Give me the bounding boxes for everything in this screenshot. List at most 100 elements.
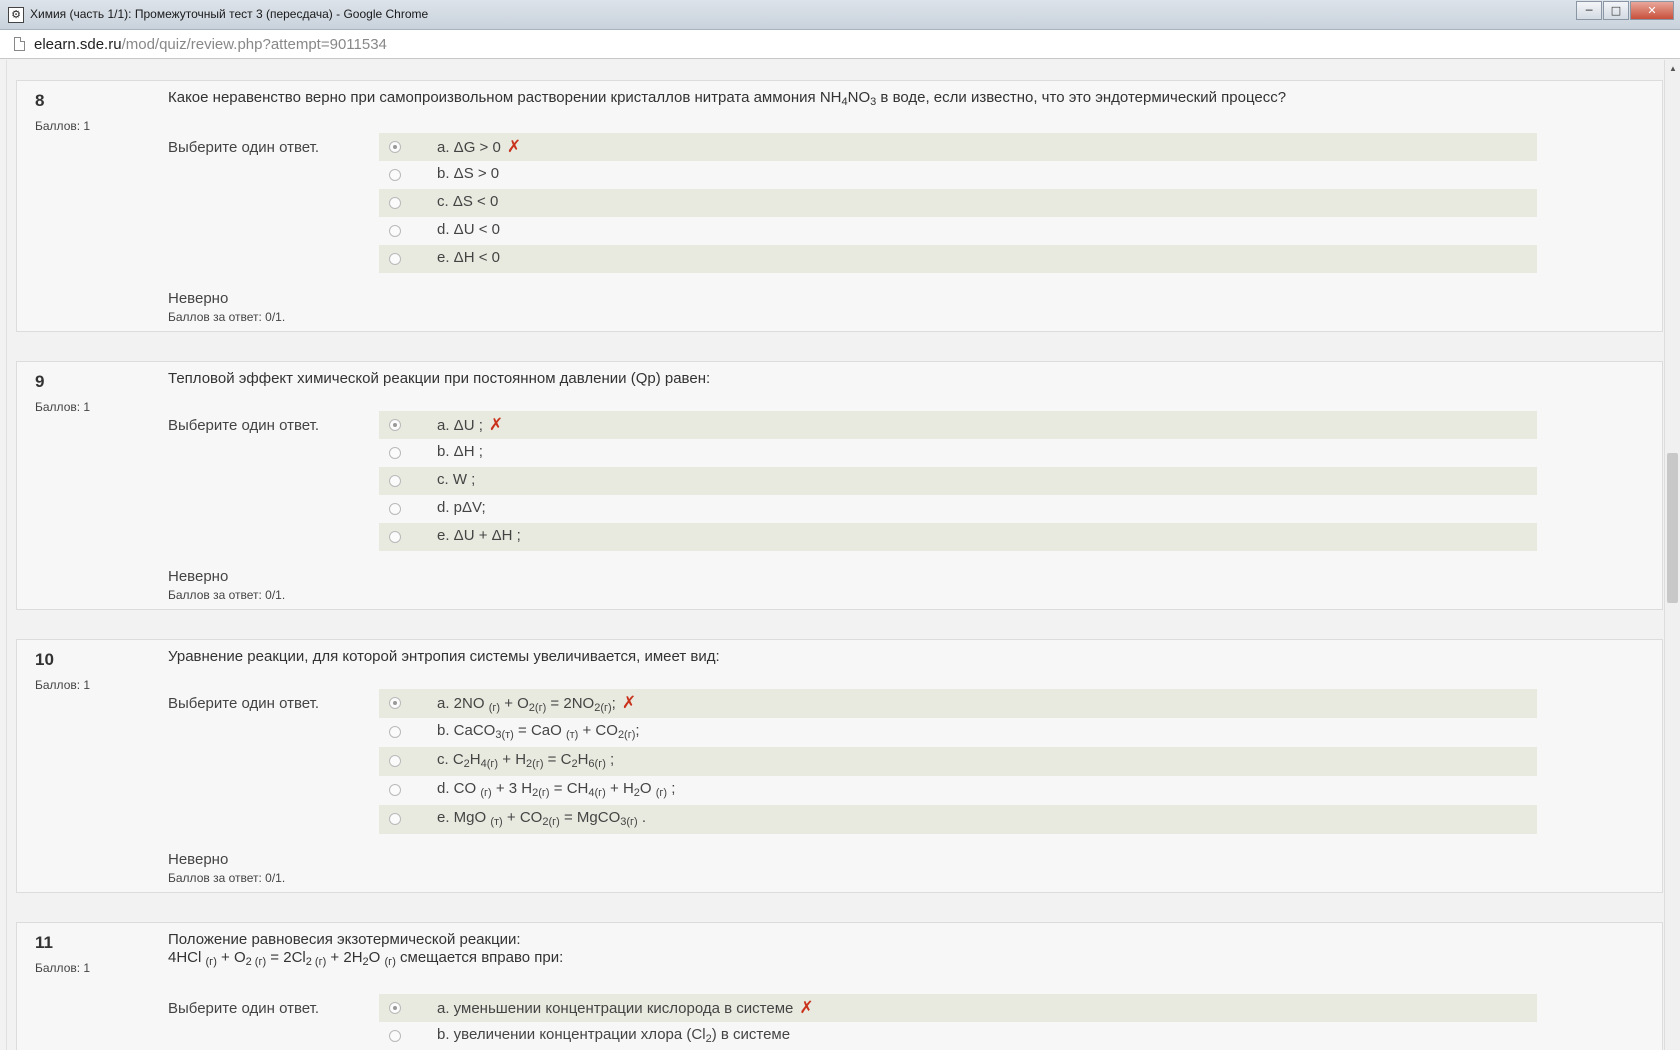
answer-option[interactable]: e. ΔH < 0 — [379, 245, 1537, 273]
radio-button[interactable] — [389, 419, 401, 431]
question-8: 8 Баллов: 1 Какое неравенство верно при … — [16, 80, 1663, 332]
incorrect-icon: ✗ — [506, 137, 522, 157]
formula-sub: 3(г) — [620, 816, 638, 828]
incorrect-icon: ✗ — [621, 693, 637, 713]
answer-option[interactable]: a. ΔG > 0 ✗ — [379, 133, 1537, 161]
answer-option[interactable]: c. C2H4(г) + H2(г) = C2H6(г) ; — [379, 747, 1537, 776]
answer-label: d. pΔV; — [437, 499, 486, 516]
score-text: Баллов за ответ: 0/1. — [168, 310, 286, 324]
answer-option[interactable]: b. CaCO3(т) = CaO (т) + CO2(г); — [379, 718, 1537, 747]
answer-prompt: Выберите один ответ. — [168, 1000, 319, 1017]
radio-button[interactable] — [389, 697, 401, 709]
answer-option[interactable]: c. W ; — [379, 467, 1537, 495]
radio-button[interactable] — [389, 531, 401, 543]
answer-option[interactable]: e. ΔU + ΔH ; — [379, 523, 1537, 551]
formula-part: c. C — [437, 751, 464, 768]
question-text: Уравнение реакции, для которой энтропия … — [168, 648, 720, 665]
formula-part: 4HCl — [168, 949, 206, 966]
question-text: Положение равновесия экзотермической реа… — [168, 931, 564, 968]
formula-part: O — [639, 780, 656, 797]
incorrect-icon: ✗ — [799, 998, 814, 1018]
radio-button[interactable] — [389, 447, 401, 459]
address-bar[interactable]: elearn.sde.ru/mod/quiz/review.php?attemp… — [0, 30, 1680, 59]
formula-sub: (г) — [384, 956, 396, 968]
radio-button[interactable] — [389, 141, 401, 153]
answer-text: a. ΔG > 0 — [437, 139, 501, 156]
page-icon — [14, 37, 25, 51]
formula-sub: 3(т) — [495, 729, 514, 741]
question-grade: Баллов: 1 — [35, 119, 91, 133]
answer-prompt: Выберите один ответ. — [168, 417, 319, 434]
formula-part: = MgCO — [559, 809, 621, 826]
formula-part: смещается вправо при: — [395, 949, 564, 966]
close-button[interactable]: ✕ — [1630, 1, 1674, 20]
formula-sub: 2(г) — [617, 729, 636, 741]
radio-button[interactable] — [389, 755, 401, 767]
formula-sub: 2(г) — [542, 816, 560, 828]
formula-part: ; — [605, 751, 615, 768]
question-number: 11 — [35, 933, 53, 952]
answer-option[interactable]: d. ΔU < 0 — [379, 217, 1537, 245]
answer-option[interactable]: d. CO (г) + 3 H2(г) = CH4(г) + H2O (г) ; — [379, 776, 1537, 805]
minimize-button[interactable]: ─ — [1576, 1, 1602, 20]
radio-button[interactable] — [389, 503, 401, 515]
answer-prompt: Выберите один ответ. — [168, 139, 319, 156]
answer-option[interactable]: c. ΔS < 0 — [379, 189, 1537, 217]
answer-option[interactable]: b. ΔS > 0 — [379, 161, 1537, 189]
question-text-line: 4HCl (г) + O2 (г) = 2Cl2 (г) + 2H2O (г) … — [168, 949, 564, 968]
question-number: 8 — [35, 91, 45, 110]
question-text-part: Какое неравенство верно при самопроизвол… — [168, 89, 842, 106]
window-titlebar: ⚙ Химия (часть 1/1): Промежуточный тест … — [0, 0, 1680, 30]
radio-button[interactable] — [389, 784, 401, 796]
formula-sub: 2(г) — [594, 702, 612, 714]
formula-part: + H — [605, 780, 634, 797]
answer-label: a. 2NO (г) + O2(г) = 2NO2(г); ✗ — [437, 693, 637, 714]
answer-option[interactable]: a. 2NO (г) + O2(г) = 2NO2(г); ✗ — [379, 689, 1537, 718]
formula-part: + CO — [502, 809, 543, 826]
radio-button[interactable] — [389, 1002, 401, 1014]
formula-part: + O — [500, 695, 529, 712]
scroll-up-icon[interactable]: ▲ — [1669, 64, 1677, 73]
formula-sub: (г) — [480, 787, 492, 799]
question-text-line: Положение равновесия экзотермической реа… — [168, 931, 521, 948]
formula-sub: 2(г) — [528, 702, 547, 714]
maximize-button[interactable]: □ — [1603, 1, 1629, 20]
formula-part: = 2Cl — [266, 949, 306, 966]
answer-option[interactable]: e. MgO (т) + CO2(г) = MgCO3(г) . — [379, 805, 1537, 834]
question-10: 10 Баллов: 1 Уравнение реакции, для кото… — [16, 639, 1663, 893]
radio-button[interactable] — [389, 813, 401, 825]
answer-label: b. ΔH ; — [437, 443, 483, 460]
radio-button[interactable] — [389, 1030, 401, 1042]
question-number: 9 — [35, 372, 45, 391]
answer-list: a. 2NO (г) + O2(г) = 2NO2(г); ✗ b. CaCO3(… — [379, 689, 1537, 834]
url-text[interactable]: elearn.sde.ru/mod/quiz/review.php?attemp… — [34, 36, 387, 53]
formula-sub: 2 (г) — [305, 956, 327, 968]
formula-part: = CaO — [513, 722, 566, 739]
formula-part: a. 2NO — [437, 695, 489, 712]
answer-label: a. ΔG > 0 ✗ — [437, 137, 521, 157]
answer-option[interactable]: d. pΔV; — [379, 495, 1537, 523]
answer-text: a. уменьшении концентрации кислорода в с… — [437, 1000, 794, 1017]
scrollbar-thumb[interactable] — [1667, 453, 1678, 603]
feedback-text: Неверно — [168, 568, 229, 585]
formula-sub: (т) — [490, 816, 503, 828]
app-icon: ⚙ — [8, 7, 24, 23]
answer-option[interactable]: b. увеличении концентрации хлора (Cl2) в… — [379, 1022, 1537, 1050]
radio-button[interactable] — [389, 225, 401, 237]
radio-button[interactable] — [389, 726, 401, 738]
formula-part: = C — [543, 751, 572, 768]
radio-button[interactable] — [389, 253, 401, 265]
formula-sub: 4(г) — [588, 787, 606, 799]
formula-part: = 2NO — [546, 695, 595, 712]
answer-label: e. ΔU + ΔH ; — [437, 527, 521, 544]
answer-option[interactable]: a. ΔU ; ✗ — [379, 411, 1537, 439]
score-text: Баллов за ответ: 0/1. — [168, 871, 286, 885]
radio-button[interactable] — [389, 169, 401, 181]
vertical-scrollbar[interactable]: ▲ — [1664, 60, 1680, 1050]
question-9: 9 Баллов: 1 Тепловой эффект химической р… — [16, 361, 1663, 610]
answer-option[interactable]: b. ΔH ; — [379, 439, 1537, 467]
radio-button[interactable] — [389, 475, 401, 487]
answer-option[interactable]: a. уменьшении концентрации кислорода в с… — [379, 994, 1537, 1022]
formula-part: + 3 H — [491, 780, 533, 797]
radio-button[interactable] — [389, 197, 401, 209]
